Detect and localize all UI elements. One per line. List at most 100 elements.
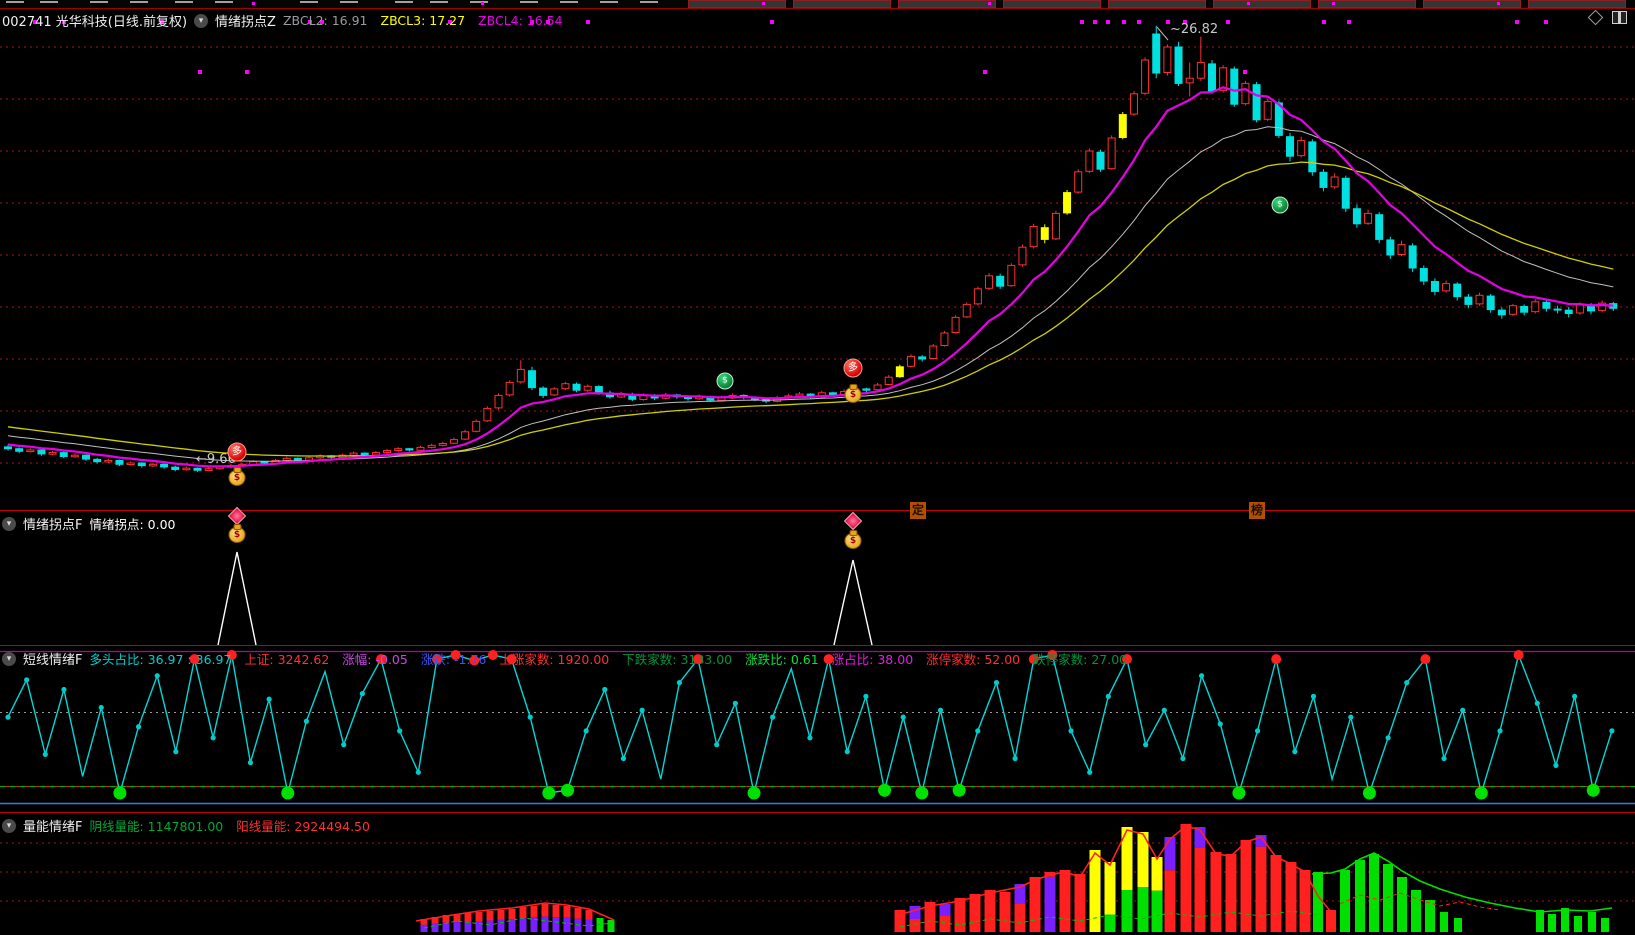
- candle-body: [182, 467, 191, 471]
- stat-item: ZBCL4: 16.54: [478, 12, 563, 28]
- candle-body: [929, 345, 938, 359]
- mid-dot: [714, 742, 720, 748]
- trough-dot: [1362, 786, 1376, 800]
- menu-text-fragment: [340, 1, 358, 3]
- volume-bar: [519, 907, 527, 919]
- mid-dot: [397, 728, 403, 734]
- volume-bar: [1340, 870, 1350, 932]
- candle-body: [1241, 82, 1250, 105]
- stat-item: 涨停家数: 52.00: [926, 652, 1021, 667]
- volume-bar: [574, 908, 582, 919]
- menu-tab[interactable]: [688, 0, 786, 8]
- stat-item: 上证: 3242.62: [244, 652, 330, 667]
- panel4-title[interactable]: 量能情绪F: [23, 816, 82, 835]
- bag-marker-icon: $: [228, 527, 246, 543]
- mid-dot: [1161, 707, 1167, 713]
- candle-body: [449, 439, 458, 444]
- mid-dot: [210, 735, 216, 741]
- volume-bar: [1164, 837, 1176, 871]
- mid-dot: [937, 707, 944, 713]
- trough-dot: [1232, 786, 1246, 800]
- candle-body: [26, 449, 35, 453]
- candle-body: [4, 446, 12, 450]
- candle-body: [1129, 93, 1138, 115]
- menu-text-fragment: [560, 1, 578, 3]
- panel3-title[interactable]: 短线情绪F: [23, 649, 82, 668]
- volume-bar: [1574, 916, 1582, 932]
- candle-body: [828, 392, 837, 396]
- mid-dot: [620, 755, 627, 762]
- volume-bar: [1548, 914, 1556, 932]
- stat-item: 涨幅: -0.05: [342, 652, 408, 667]
- candle-body: [37, 449, 46, 455]
- stat-item: 多头占比: 36.97 : 36.97: [89, 652, 232, 667]
- candle-body: [505, 381, 514, 396]
- menu-tab[interactable]: [1213, 0, 1311, 8]
- volume-bar: [442, 922, 450, 932]
- menu-tab[interactable]: [1003, 0, 1101, 8]
- panel2-title[interactable]: 情绪拐点F: [23, 514, 82, 533]
- signal-dot: [770, 20, 774, 24]
- stat-item: 跌停家数: 27.00: [1033, 652, 1128, 667]
- volume-bar: [1137, 887, 1149, 932]
- signal-dot: [762, 2, 765, 5]
- menu-tab[interactable]: [1528, 0, 1626, 8]
- mid-dot: [303, 718, 309, 724]
- candle-body: [349, 452, 358, 456]
- signal-dot: [1544, 20, 1548, 24]
- oscillator-zigzag: [7, 652, 1613, 796]
- signal-dot: [1497, 2, 1500, 5]
- chevron-down-icon[interactable]: ▾: [2, 516, 16, 531]
- menu-text-fragment: [640, 1, 658, 3]
- stock-title[interactable]: 002741 光华科技(日线.前复权): [2, 11, 187, 30]
- trough-dot: [113, 786, 127, 800]
- candle-body: [527, 370, 536, 389]
- menu-tab[interactable]: [1423, 0, 1521, 8]
- candle-body: [873, 384, 882, 391]
- event-tag: 定: [910, 502, 926, 519]
- candle-body: [1174, 46, 1183, 84]
- volume-bar: [1151, 857, 1163, 891]
- menu-tab[interactable]: [793, 0, 891, 8]
- signal-dot: [1347, 20, 1351, 24]
- trough-dot: [561, 783, 574, 797]
- volume-bar: [984, 890, 996, 932]
- candle-body: [461, 431, 470, 440]
- menu-text-fragment: [300, 1, 318, 3]
- candle-body: [1040, 227, 1049, 240]
- panel3-header: ▾ 短线情绪F 多头占比: 36.97 : 36.97 上证: 3242.62 涨幅…: [2, 649, 1140, 668]
- menu-tab[interactable]: [1108, 0, 1206, 8]
- candle-body: [494, 394, 503, 409]
- mid-dot: [247, 760, 254, 766]
- panel2-stats: 情绪拐点: 0.00: [89, 514, 188, 533]
- volume-bar: [1225, 854, 1237, 932]
- chevron-down-icon[interactable]: ▾: [2, 651, 16, 666]
- chevron-down-icon[interactable]: ▾: [2, 818, 16, 833]
- chart-canvas: [0, 8, 1635, 932]
- main-indicator-name[interactable]: 情绪拐点Z: [215, 11, 276, 30]
- candle-body: [1196, 62, 1205, 79]
- panel4-stats: 阴线量能: 1147801.00 阳线量能: 2924494.50: [89, 816, 382, 835]
- candle-body: [104, 459, 113, 463]
- mid-dot: [1534, 700, 1540, 706]
- volume-bar: [530, 906, 538, 918]
- mid-dot: [602, 686, 608, 693]
- mid-dot: [676, 680, 683, 686]
- mid-dot: [266, 696, 272, 702]
- split-window-icon[interactable]: [1612, 11, 1627, 24]
- event-tag: 榜: [1249, 502, 1265, 519]
- signal-dot: [1226, 20, 1230, 24]
- candle-body: [516, 368, 525, 383]
- candle-body: [137, 462, 146, 467]
- chevron-down-icon[interactable]: ▾: [194, 13, 209, 28]
- volume-bar: [475, 912, 483, 921]
- candle-body: [1163, 46, 1172, 73]
- mid-dot: [1217, 721, 1223, 727]
- candle-body: [973, 288, 982, 305]
- menu-tab[interactable]: [898, 0, 996, 8]
- mid-dot: [975, 728, 981, 734]
- mid-dot: [1385, 735, 1391, 741]
- menu-text-fragment: [395, 1, 413, 3]
- stat-item: 涨跌: -1.76: [420, 652, 487, 667]
- mid-dot: [1012, 755, 1018, 762]
